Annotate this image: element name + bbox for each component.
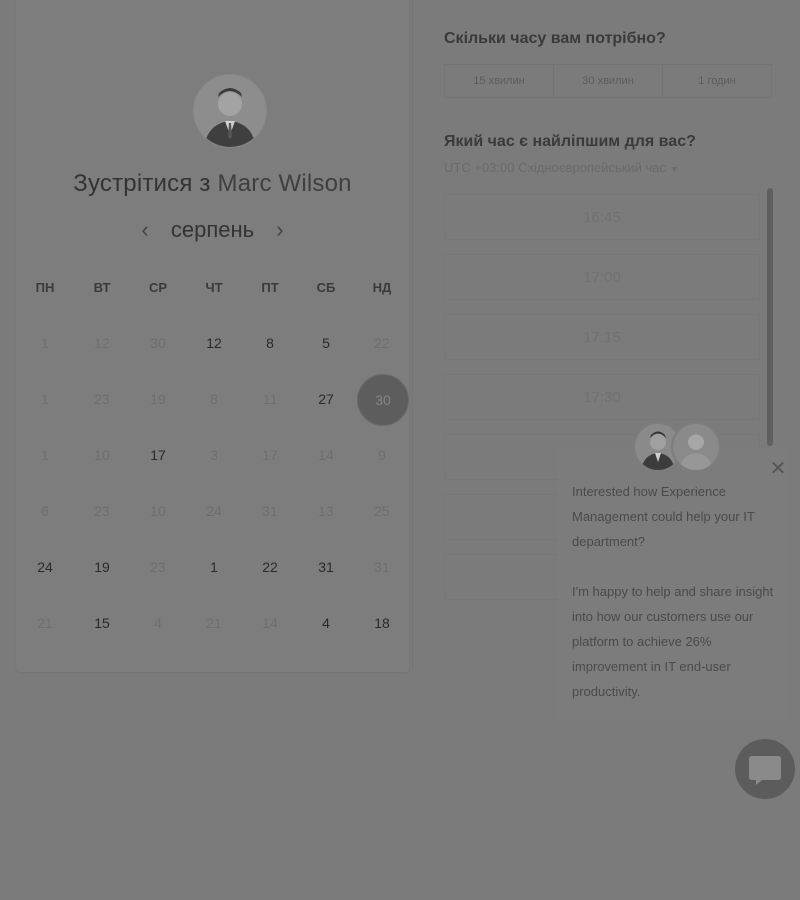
calendar-day[interactable]: 18	[362, 603, 402, 643]
time-title: Який час є найліпшим для вас?	[444, 133, 696, 150]
calendar-day[interactable]: 8	[250, 323, 290, 363]
weekday-header: ВТ	[93, 280, 111, 295]
calendar-day: 11	[262, 391, 278, 407]
calendar-day: 14	[318, 447, 334, 463]
host-avatar	[193, 74, 267, 148]
calendar-day[interactable]: 17	[138, 435, 178, 475]
calendar-day: 23	[94, 503, 110, 519]
calendar-day: 6	[41, 503, 49, 519]
calendar-day: 4	[154, 615, 162, 631]
calendar-day[interactable]: 31	[306, 547, 346, 587]
calendar-day[interactable]: 1	[194, 547, 234, 587]
chat-message-intro: Interested how Experience Management cou…	[572, 484, 755, 549]
agent-avatar-image	[679, 433, 713, 470]
calendar-day[interactable]: 27	[306, 379, 346, 419]
weekday-header: СР	[148, 280, 168, 295]
agent-avatar	[671, 422, 721, 472]
timezone-dropdown[interactable]: UTC +03:00 Східноєвропейський час ▼	[444, 160, 679, 175]
calendar-day: 17	[262, 447, 278, 463]
calendar-day[interactable]: 19	[82, 547, 122, 587]
weekday-header: НД	[372, 280, 392, 295]
calendar-day[interactable]: 5	[306, 323, 346, 363]
calendar-day: 10	[94, 447, 110, 463]
calendar-day: 31	[374, 559, 390, 575]
meeting-title-prefix: Зустрітися з	[73, 170, 211, 197]
time-slot-button[interactable]: 17:15	[444, 314, 760, 360]
calendar-day: 1	[41, 391, 49, 407]
duration-60-button[interactable]: 1 годин	[663, 65, 771, 97]
timezone-label: UTC +03:00 Східноєвропейський час	[444, 160, 666, 175]
chat-message-body: I'm happy to help and share insight into…	[572, 584, 774, 699]
prev-month-icon[interactable]: ‹	[129, 217, 160, 243]
selected-date[interactable]: 30	[357, 374, 409, 426]
calendar-day: 21	[206, 615, 222, 631]
chat-launcher-button[interactable]	[735, 739, 795, 799]
chat-agent-avatars	[633, 422, 721, 472]
calendar-day: 9	[378, 447, 386, 463]
calendar-day: 10	[150, 503, 166, 519]
calendar-day: 22	[374, 335, 390, 351]
host-name: Marc Wilson	[217, 170, 352, 197]
duration-title: Скільки часу вам потрібно?	[444, 30, 666, 47]
time-slot-button[interactable]: 17:30	[444, 374, 760, 420]
calendar-day[interactable]: 24	[25, 547, 65, 587]
month-navigation: ‹ серпень ›	[16, 217, 409, 243]
panel-divider	[412, 0, 413, 672]
time-slot-button[interactable]: 16:45	[444, 194, 760, 240]
next-month-icon[interactable]: ›	[264, 217, 295, 243]
host-avatar-image	[204, 88, 256, 147]
caret-down-icon: ▼	[669, 164, 679, 174]
calendar-day: 30	[150, 335, 166, 351]
calendar-day: 8	[210, 391, 218, 407]
calendar-day: 1	[41, 335, 49, 351]
close-icon[interactable]: ✕	[768, 456, 788, 481]
calendar-day: 23	[94, 391, 110, 407]
calendar-day: 31	[262, 503, 278, 519]
chat-bubble-icon	[749, 756, 781, 785]
calendar-day: 24	[206, 503, 222, 519]
calendar-day: 1	[41, 447, 49, 463]
weekday-header: СБ	[316, 280, 336, 295]
calendar-day: 14	[262, 615, 278, 631]
month-label: серпень	[170, 217, 255, 242]
chat-message: Interested how Experience Management cou…	[572, 479, 782, 729]
calendar-day: 3	[210, 447, 218, 463]
duration-selector: 15 хвилин 30 хвилин 1 годин	[444, 64, 772, 98]
calendar-day: 25	[374, 503, 390, 519]
weekday-header: ЧТ	[205, 280, 223, 295]
calendar-day[interactable]: 4	[306, 603, 346, 643]
time-slot-button[interactable]: 17:00	[444, 254, 760, 300]
calendar-day: 19	[150, 391, 166, 407]
calendar-day[interactable]: 22	[250, 547, 290, 587]
slots-scrollbar[interactable]	[767, 188, 773, 446]
weekday-header: ПТ	[261, 280, 279, 295]
calendar-day: 13	[318, 503, 334, 519]
calendar-day: 23	[150, 559, 166, 575]
calendar-day[interactable]: 12	[194, 323, 234, 363]
calendar-day[interactable]: 15	[82, 603, 122, 643]
duration-30-button[interactable]: 30 хвилин	[554, 65, 663, 97]
duration-15-button[interactable]: 15 хвилин	[445, 65, 554, 97]
meeting-title: Зустрітися з Marc Wilson	[16, 170, 409, 198]
scheduler-card: Зустрітися з Marc Wilson ‹ серпень › ПН В…	[16, 0, 409, 672]
calendar-day: 12	[94, 335, 110, 351]
calendar-day: 21	[37, 615, 53, 631]
weekday-header: ПН	[35, 280, 55, 295]
